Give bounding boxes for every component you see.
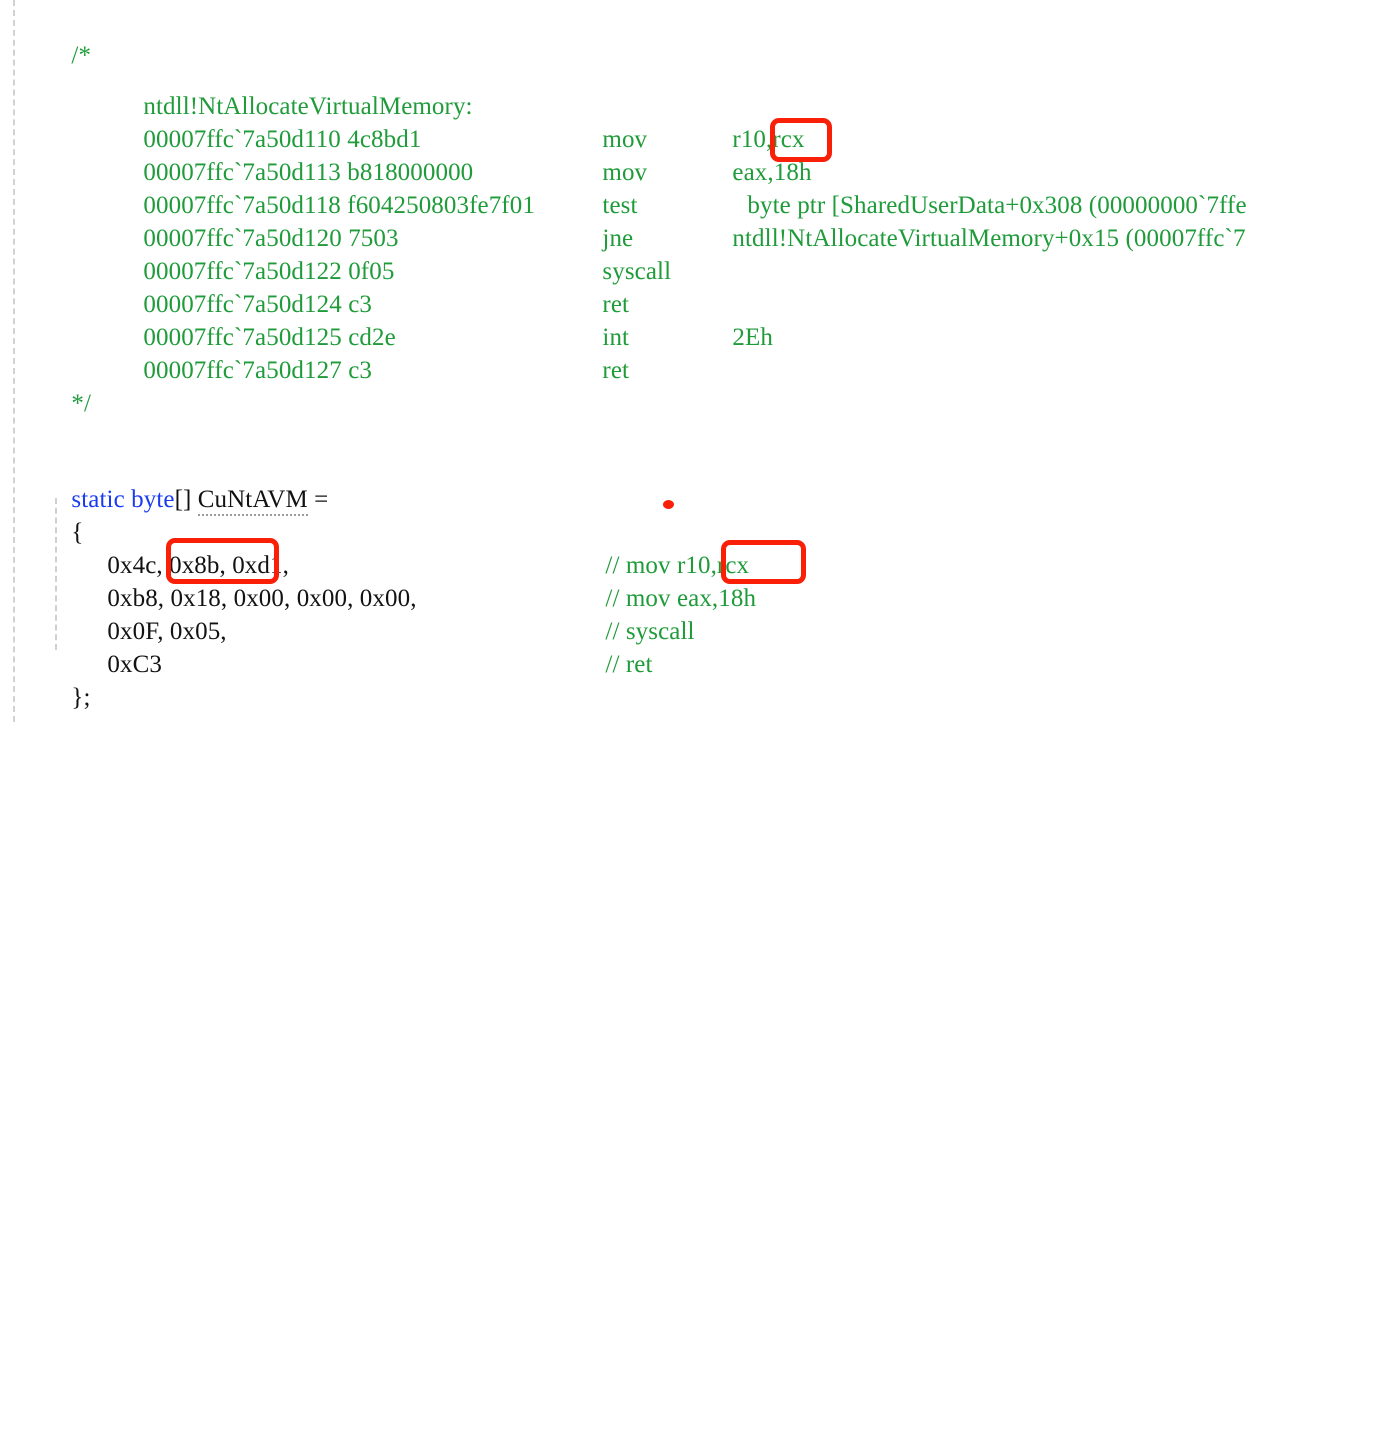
disasm-mnemonic-cell: jne xyxy=(577,189,633,252)
code-line-symbol-header: ntdll!NtAllocateVirtualMemory: xyxy=(118,57,473,120)
disasm-mnemonic: ret xyxy=(602,357,630,385)
declaration-space xyxy=(191,486,197,513)
array-byte-row: 0xC3 xyxy=(82,615,162,678)
disasm-operand-cell: 2Eh xyxy=(707,288,773,351)
disasm-operands: ntdll!NtAllocateVirtualMemory+0x15 (0000… xyxy=(732,225,1246,253)
disasm-operand-cell: eax,18h xyxy=(707,123,812,186)
array-brackets: [] xyxy=(174,486,192,514)
disasm-address: 00007ffc`7a50d127 xyxy=(143,357,342,385)
disasm-operand-cell: ntdll!NtAllocateVirtualMemory+0x15 (0000… xyxy=(707,189,1246,252)
code-line-comment-open: /* xyxy=(46,6,91,69)
declaration-identifier[interactable]: CuNtAVM xyxy=(197,486,308,517)
array-row-comment: // mov r10,rcx xyxy=(580,516,749,579)
array-byte-values: 0xC3 xyxy=(107,651,162,679)
code-line-declaration: static byte[] CuNtAVM = xyxy=(46,450,328,517)
disasm-mnemonic-cell: mov xyxy=(577,123,647,186)
code-editor-surface[interactable]: /* ntdll!NtAllocateVirtualMemory: 00007f… xyxy=(0,0,1378,722)
disasm-bytes: c3 xyxy=(348,357,372,385)
declaration-keyword: static byte xyxy=(71,486,175,514)
disasm-mnemonic-cell: test xyxy=(577,156,638,219)
code-line-open-brace: { xyxy=(46,483,84,546)
disasm-operand-cell: byte ptr [SharedUserData+0x308 (00000000… xyxy=(722,156,1247,219)
array-byte-row: 0x0F, 0x05, xyxy=(82,582,227,645)
disasm-row: 00007ffc`7a50d113 b818000000 xyxy=(118,123,473,186)
declaration-equals: = xyxy=(314,486,329,514)
code-line-comment-close: */ xyxy=(46,354,91,417)
block-comment-open-token: /* xyxy=(71,42,92,70)
block-comment-close-token: */ xyxy=(71,390,92,418)
disasm-row: 00007ffc`7a50d118 f604250803fe7f01 xyxy=(118,156,535,219)
code-line-close-brace: }; xyxy=(46,648,91,711)
array-row-comment: // ret xyxy=(580,615,653,678)
disasm-mnemonic-cell: syscall xyxy=(577,222,671,285)
disasm-operands: 2Eh xyxy=(732,324,773,352)
disasm-row: 00007ffc`7a50d122 0f05 xyxy=(118,222,394,285)
initializer-close-brace: }; xyxy=(71,684,91,712)
disasm-row: 00007ffc`7a50d120 7503 xyxy=(118,189,399,252)
array-row-comment: // mov eax,18h xyxy=(580,549,756,612)
array-byte-row: 0x4c, 0x8b, 0xd1, xyxy=(82,516,289,579)
disasm-row: 00007ffc`7a50d125 cd2e xyxy=(118,288,396,351)
array-comment-text: // ret xyxy=(605,651,653,679)
disasm-mnemonic-cell: ret xyxy=(577,255,629,318)
annotation-dot xyxy=(663,500,674,509)
disasm-mnemonic-cell: int xyxy=(577,288,629,351)
disasm-mnemonic-cell: mov xyxy=(577,90,647,153)
array-row-comment: // syscall xyxy=(580,582,695,645)
disasm-row: 00007ffc`7a50d127 c3 xyxy=(118,321,372,384)
disasm-row: 00007ffc`7a50d124 c3 xyxy=(118,255,372,318)
disasm-operand-cell: r10,rcx xyxy=(707,90,805,153)
disasm-row: 00007ffc`7a50d110 4c8bd1 xyxy=(118,90,421,153)
disasm-mnemonic-cell: ret xyxy=(577,321,629,384)
array-byte-row: 0xb8, 0x18, 0x00, 0x00, 0x00, xyxy=(82,549,417,612)
